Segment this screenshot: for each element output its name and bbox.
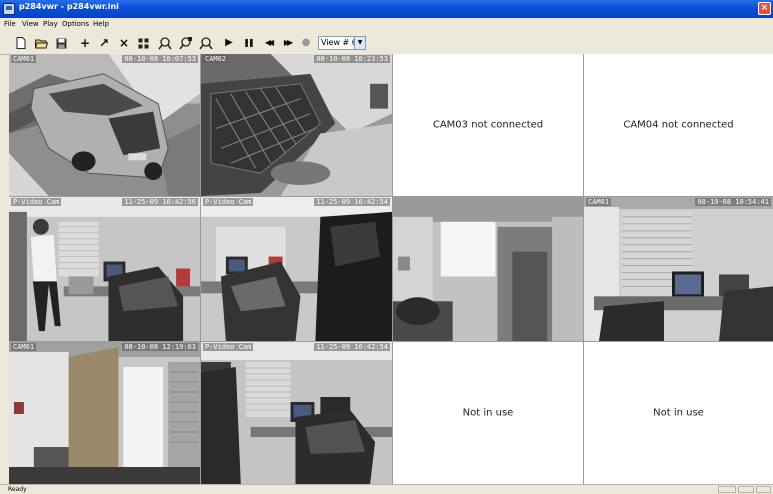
- window-title: p284vwr - p284vwr.ini: [19, 2, 119, 11]
- camera-feed-car: [9, 54, 200, 196]
- camera-view[interactable]: [393, 197, 584, 342]
- search-record-icon[interactable]: [177, 35, 195, 51]
- camera-view[interactable]: CAM02 08-10-08 10:23:53: [201, 54, 393, 197]
- camera-status-message: CAM04 not connected: [623, 119, 734, 131]
- pause-icon[interactable]: ❚❚: [239, 35, 257, 51]
- rewind-icon[interactable]: ◀◀: [259, 35, 277, 51]
- camera-view[interactable]: CAM04 not connected: [584, 54, 773, 197]
- close-button[interactable]: ×: [758, 2, 771, 15]
- camera-feed-office-person: [9, 197, 200, 341]
- search-playback-icon[interactable]: [197, 35, 215, 51]
- new-file-icon[interactable]: [12, 35, 30, 51]
- camera-feed-doorway: [393, 197, 583, 341]
- menu-view[interactable]: View: [22, 20, 39, 28]
- menu-file[interactable]: File: [4, 20, 16, 28]
- status-pane: [718, 486, 736, 493]
- camera-label: CAM01: [11, 55, 37, 63]
- camera-view[interactable]: P-Video Cam 11-25-09 16:42:56: [9, 197, 201, 342]
- camera-feed-office-desk: [584, 197, 773, 341]
- view-select[interactable]: View # 6 ▼: [318, 36, 366, 50]
- toolbar: + ↗ × ▶ ❚❚ ◀◀ ▶▶ ● View # 6 ▼: [0, 32, 773, 55]
- status-pane: [756, 486, 771, 493]
- chevron-down-icon[interactable]: ▼: [354, 37, 365, 49]
- arrow-icon[interactable]: ↗: [95, 35, 113, 51]
- camera-status-message: Not in use: [653, 407, 704, 419]
- camera-view[interactable]: P-Video Cam 11-25-09 16:42:54: [201, 342, 393, 484]
- delete-icon[interactable]: ×: [115, 35, 133, 51]
- camera-timestamp: 11-25-09 16:42:56: [122, 198, 198, 206]
- search-camera-icon[interactable]: [156, 35, 174, 51]
- grid-icon[interactable]: [134, 35, 152, 51]
- camera-timestamp: 08-10-08 12:19:03: [122, 343, 198, 351]
- camera-label: CAM02: [203, 55, 229, 63]
- add-icon[interactable]: +: [76, 35, 94, 51]
- menu-help[interactable]: Help: [93, 20, 109, 28]
- camera-timestamp: 08-10-08 10:07:53: [122, 55, 198, 63]
- save-icon[interactable]: [52, 35, 70, 51]
- camera-label: CAM01: [586, 198, 612, 206]
- camera-label: P-Video Cam: [203, 198, 254, 206]
- camera-status-message: CAM03 not connected: [432, 119, 544, 131]
- record-icon[interactable]: ●: [297, 35, 315, 51]
- camera-view[interactable]: CAM01 08-10-08 12:19:03: [9, 342, 201, 484]
- camera-grid: CAM01 08-10-08 10:07:53 CAM02 08-10-08 1…: [9, 54, 773, 484]
- camera-view[interactable]: CAM03 not connected: [393, 54, 584, 197]
- status-pane: [738, 486, 754, 493]
- camera-timestamp: 11-25-09 16:42:54: [314, 343, 390, 351]
- camera-feed-office-person2: [201, 342, 392, 484]
- menu-options[interactable]: Options: [62, 20, 89, 28]
- fast-forward-icon[interactable]: ▶▶: [278, 35, 296, 51]
- camera-feed-door-room: [9, 342, 200, 484]
- open-folder-icon[interactable]: [32, 35, 50, 51]
- camera-status-message: Not in use: [462, 407, 514, 419]
- camera-timestamp: 11-25-09 16:42:54: [314, 198, 390, 206]
- menu-bar: File View Play Options Help: [0, 18, 773, 32]
- play-icon[interactable]: ▶: [220, 35, 238, 51]
- camera-timestamp: 08-10-08 10:23:53: [314, 55, 390, 63]
- camera-label: P-Video Cam: [203, 343, 254, 351]
- camera-view[interactable]: CAM01 08-10-08 10:54:41: [584, 197, 773, 342]
- camera-label: CAM01: [11, 343, 37, 351]
- view-select-value: View # 6: [321, 38, 357, 47]
- camera-view[interactable]: CAM01 08-10-08 10:07:53: [9, 54, 201, 197]
- camera-label: P-Video Cam: [11, 198, 62, 206]
- camera-view[interactable]: Not in use: [584, 342, 773, 484]
- camera-feed-bike: [201, 54, 392, 196]
- camera-view[interactable]: Not in use: [393, 342, 584, 484]
- title-bar: p284vwr - p284vwr.ini ×: [0, 0, 773, 18]
- camera-feed-office-chair: [201, 197, 392, 341]
- menu-play[interactable]: Play: [43, 20, 58, 28]
- app-icon: [3, 3, 15, 15]
- camera-timestamp: 08-10-08 10:54:41: [695, 198, 771, 206]
- camera-view[interactable]: P-Video Cam 11-25-09 16:42:54: [201, 197, 393, 342]
